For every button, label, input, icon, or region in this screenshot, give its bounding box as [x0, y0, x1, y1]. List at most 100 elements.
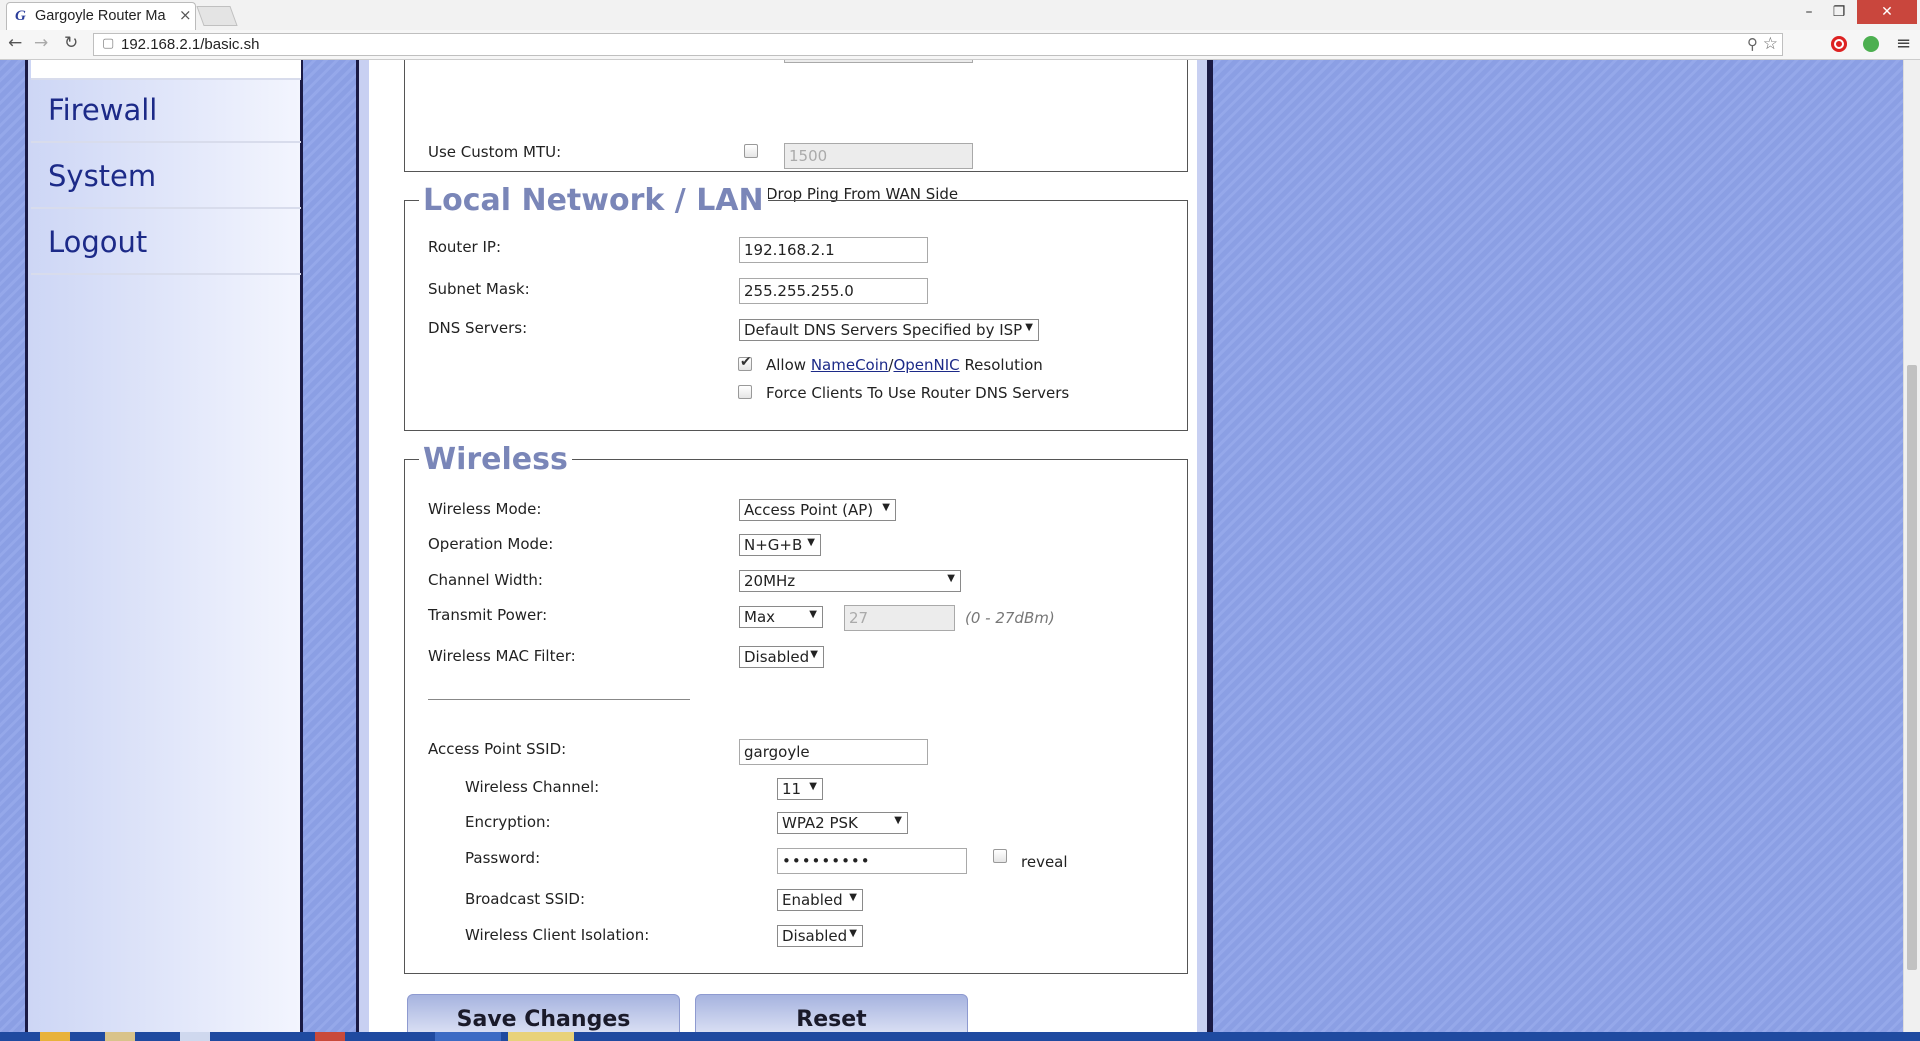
allow-namecoin-label: Allow NameCoin/OpenNIC Resolution	[766, 356, 1043, 374]
sidebar-item-firewall[interactable]: Firewall	[31, 79, 301, 143]
page-scrollbar[interactable]	[1903, 60, 1920, 1032]
encryption-value: WPA2 PSK	[782, 814, 858, 832]
sidebar-item-system[interactable]: System	[31, 145, 301, 209]
channel-width-select[interactable]: 20MHz ▼	[739, 570, 961, 592]
url-input[interactable]: ▢ 192.168.2.1/basic.sh ⚲ ☆	[93, 33, 1783, 56]
mac-filter-select[interactable]: Disabled ▼	[739, 646, 824, 668]
wireless-channel-value: 11	[782, 780, 802, 798]
transmit-power-select[interactable]: Max ▼	[739, 606, 823, 628]
taskbar-browser-icon[interactable]	[435, 1032, 501, 1041]
operation-mode-select[interactable]: N+G+B ▼	[739, 534, 821, 556]
green-extension-icon[interactable]	[1863, 36, 1879, 52]
stop-extension-icon[interactable]	[1831, 36, 1847, 52]
chevron-down-icon: ▼	[849, 928, 857, 939]
close-window-button[interactable]: ✕	[1857, 0, 1917, 24]
browser-tab[interactable]: G Gargoyle Router Ma ×	[6, 2, 196, 30]
subnet-mask-input[interactable]: 255.255.255.0	[739, 278, 928, 304]
maximize-button[interactable]: ❐	[1826, 0, 1852, 24]
password-input[interactable]: •••••••••	[777, 848, 967, 874]
lan-legend: Local Network / LAN	[419, 183, 768, 218]
sidebar: Firewall System Logout	[25, 60, 303, 1032]
subnet-mask-label: Subnet Mask:	[428, 280, 530, 298]
mac-filter-value: Disabled	[744, 648, 810, 666]
page-background: Firewall System Logout Use Custom MTU: 1…	[0, 60, 1920, 1032]
sidebar-item-label: Firewall	[48, 93, 158, 127]
opennic-link[interactable]: OpenNIC	[893, 356, 959, 374]
save-changes-button[interactable]: Save Changes	[407, 994, 680, 1032]
operation-mode-value: N+G+B	[744, 536, 803, 554]
wireless-legend: Wireless	[419, 442, 572, 477]
namecoin-link[interactable]: NameCoin	[811, 356, 889, 374]
bookmark-star-icon[interactable]: ☆	[1763, 34, 1778, 54]
taskbar-app-icon[interactable]	[508, 1032, 574, 1041]
chevron-down-icon: ▼	[849, 892, 857, 903]
ssid-label: Access Point SSID:	[428, 740, 567, 758]
chevron-down-icon: ▼	[1025, 322, 1033, 333]
dns-servers-value: Default DNS Servers Specified by ISP	[744, 321, 1023, 339]
allow-namecoin-checkbox[interactable]: ✔	[738, 354, 752, 371]
sidebar-item-label: Logout	[48, 225, 148, 259]
tab-title: Gargoyle Router Ma	[35, 8, 166, 24]
url-text[interactable]: 192.168.2.1/basic.sh	[121, 36, 259, 53]
client-isolation-label: Wireless Client Isolation:	[465, 926, 650, 944]
taskbar-app-icon[interactable]	[180, 1032, 210, 1041]
router-ip-label: Router IP:	[428, 238, 502, 256]
checkmark-icon: ✔	[740, 354, 752, 370]
router-ip-input[interactable]: 192.168.2.1	[739, 237, 928, 263]
encryption-select[interactable]: WPA2 PSK ▼	[777, 812, 908, 834]
custom-mtu-checkbox[interactable]	[744, 144, 758, 158]
sidebar-item-logout[interactable]: Logout	[31, 211, 301, 275]
lan-fieldset: Local Network / LAN Router IP: 192.168.2…	[404, 183, 1188, 431]
chevron-down-icon: ▼	[894, 815, 902, 826]
chevron-down-icon: ▼	[807, 537, 815, 548]
wireless-fieldset: Wireless Wireless Mode: Access Point (AP…	[404, 442, 1188, 974]
wireless-channel-label: Wireless Channel:	[465, 778, 600, 796]
wireless-mode-value: Access Point (AP)	[744, 501, 874, 519]
reveal-checkbox[interactable]	[993, 849, 1007, 863]
wireless-channel-select[interactable]: 11 ▼	[777, 778, 823, 800]
reload-icon[interactable]: ↻	[64, 33, 78, 53]
password-label: Password:	[465, 849, 541, 867]
resolution-text: Resolution	[964, 356, 1043, 374]
operation-mode-label: Operation Mode:	[428, 535, 554, 553]
wan-field-partial	[784, 60, 973, 63]
browser-menu-icon[interactable]: ≡	[1896, 33, 1911, 54]
broadcast-ssid-value: Enabled	[782, 891, 843, 909]
broadcast-ssid-label: Broadcast SSID:	[465, 890, 585, 908]
dns-servers-select[interactable]: Default DNS Servers Specified by ISP ▼	[739, 319, 1039, 341]
mac-filter-label: Wireless MAC Filter:	[428, 647, 576, 665]
minimize-button[interactable]: –	[1796, 0, 1822, 24]
dns-servers-label: DNS Servers:	[428, 319, 528, 337]
forward-arrow-icon[interactable]: →	[34, 33, 48, 53]
scrollbar-thumb[interactable]	[1907, 365, 1917, 970]
wan-fieldset: Use Custom MTU: 1500 Drop Ping From WAN …	[404, 60, 1188, 203]
windows-taskbar	[0, 1032, 1920, 1041]
taskbar-app-icon[interactable]	[315, 1032, 345, 1041]
reveal-label: reveal	[1021, 853, 1068, 871]
transmit-power-label: Transmit Power:	[428, 606, 548, 624]
zoom-icon[interactable]: ⚲	[1747, 35, 1758, 53]
wireless-mode-select[interactable]: Access Point (AP) ▼	[739, 499, 896, 521]
force-dns-checkbox[interactable]	[738, 385, 752, 399]
chevron-down-icon: ▼	[809, 781, 817, 792]
custom-mtu-input[interactable]: 1500	[784, 143, 973, 169]
close-tab-icon[interactable]: ×	[179, 6, 192, 24]
transmit-power-value: Max	[744, 608, 776, 626]
transmit-power-input[interactable]: 27	[844, 605, 955, 631]
taskbar-folder-icon[interactable]	[105, 1032, 135, 1041]
new-tab-button[interactable]	[196, 6, 238, 26]
left-gutter	[303, 60, 359, 1032]
encryption-label: Encryption:	[465, 813, 551, 831]
chevron-down-icon: ▼	[809, 609, 817, 620]
chevron-down-icon: ▼	[882, 502, 890, 513]
client-isolation-value: Disabled	[782, 927, 848, 945]
chevron-down-icon: ▼	[810, 649, 818, 660]
ssid-input[interactable]: gargoyle	[739, 739, 928, 765]
client-isolation-select[interactable]: Disabled ▼	[777, 925, 863, 947]
reset-button[interactable]: Reset	[695, 994, 968, 1032]
back-arrow-icon[interactable]: ←	[8, 33, 22, 53]
sidebar-item-previous[interactable]	[31, 60, 301, 80]
taskbar-app-icon[interactable]	[40, 1032, 70, 1041]
broadcast-ssid-select[interactable]: Enabled ▼	[777, 889, 863, 911]
wireless-mode-label: Wireless Mode:	[428, 500, 542, 518]
